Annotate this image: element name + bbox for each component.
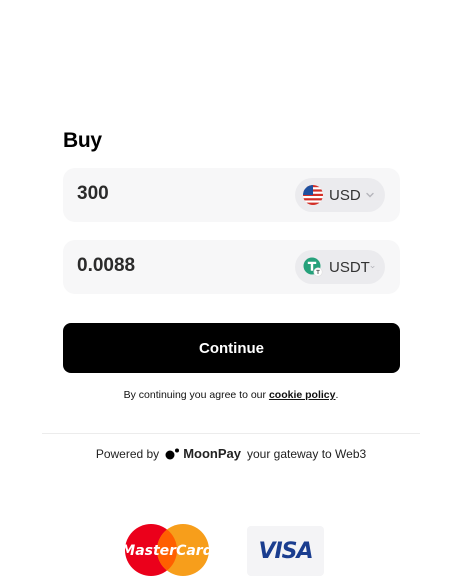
visa-text: VISA: [258, 538, 313, 564]
mastercard-logo: MasterCard: [121, 523, 214, 577]
chevron-down-icon: [366, 192, 374, 198]
pay-currency-code: USD: [329, 186, 361, 204]
receive-amount-field[interactable]: USDT: [63, 240, 400, 294]
brand-name: MoonPay: [183, 446, 241, 461]
chevron-down-icon: [370, 265, 375, 269]
terms-notice: By continuing you agree to our cookie po…: [0, 389, 462, 401]
cookie-policy-link[interactable]: cookie policy: [269, 389, 336, 401]
visa-logo: VISA: [247, 526, 324, 576]
pay-amount-input[interactable]: [77, 183, 267, 205]
mastercard-text: MasterCard: [124, 543, 210, 559]
receive-currency-code: USDT: [329, 258, 370, 276]
us-flag-icon: [303, 185, 323, 205]
pay-amount-field[interactable]: USD: [63, 168, 400, 222]
receive-currency-selector[interactable]: USDT: [295, 250, 385, 284]
divider: [42, 433, 420, 434]
terms-prefix: By continuing you agree to our: [123, 389, 267, 401]
pay-currency-selector[interactable]: USD: [295, 178, 385, 212]
terms-suffix: .: [335, 389, 339, 401]
moonpay-brand[interactable]: MoonPay: [165, 446, 241, 461]
tether-icon: [303, 257, 323, 277]
powered-prefix: Powered by: [95, 446, 160, 461]
page-title: Buy: [63, 129, 102, 152]
powered-tagline: your gateway to Web3: [246, 446, 367, 461]
moonpay-logo-icon: [165, 448, 180, 459]
receive-amount-input[interactable]: [77, 255, 267, 277]
continue-button[interactable]: Continue: [63, 323, 400, 373]
powered-by: Powered by MoonPay your gateway to Web3: [0, 446, 462, 461]
